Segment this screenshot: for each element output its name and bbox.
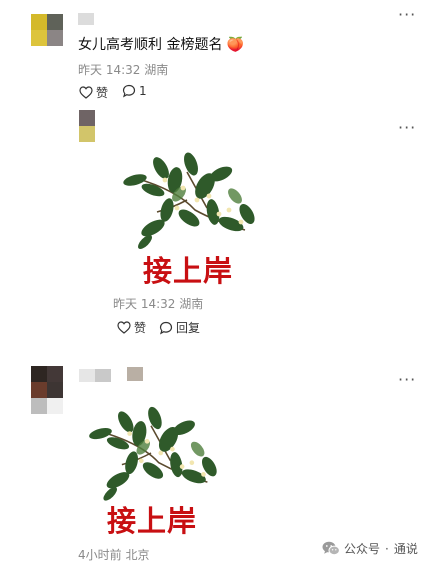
like-label: 赞 [96, 86, 109, 100]
like-label: 赞 [134, 321, 147, 335]
badge-blurred [127, 367, 143, 381]
watermark: 公众号 · 通说 [322, 540, 418, 557]
speech-bubble-icon [122, 84, 136, 98]
username-blurred[interactable] [78, 13, 94, 25]
comment-meta: 昨天 14:32 湖南 [78, 61, 168, 78]
comment-time: 4小时前 [78, 548, 122, 562]
comment-time: 昨天 14:32 [113, 297, 176, 311]
sticker-image[interactable]: 接上岸 [83, 404, 221, 538]
sticker-image[interactable]: 接上岸 [117, 150, 259, 288]
peach-emoji: 🍑 [226, 37, 245, 53]
wechat-icon [322, 541, 340, 556]
avatar[interactable] [79, 110, 95, 142]
osmanthus-branch-graphic [123, 152, 255, 249]
comment-location: 湖南 [144, 63, 169, 77]
comment-meta: 昨天 14:32 湖南 [113, 295, 203, 312]
like-button[interactable]: 赞 [79, 84, 108, 101]
sticker-text: 接上岸 [142, 254, 233, 288]
reply-label: 回复 [176, 321, 201, 335]
reply-count: 1 [139, 84, 147, 98]
more-dots-icon[interactable]: ··· [398, 118, 416, 137]
heart-outline-icon [117, 321, 131, 334]
more-dots-icon[interactable]: ··· [398, 5, 416, 24]
avatar[interactable] [31, 366, 63, 414]
comment-location: 北京 [125, 548, 150, 562]
comment-text: 女儿高考顺利 金榜题名 🍑 [78, 37, 245, 53]
like-button[interactable]: 赞 [117, 319, 146, 336]
comment-time: 昨天 14:32 [78, 63, 141, 77]
osmanthus-branch-graphic [89, 406, 217, 501]
comment-location: 湖南 [179, 297, 204, 311]
username-blurred[interactable] [79, 369, 111, 382]
speech-bubble-icon [159, 321, 173, 335]
more-dots-icon[interactable]: ··· [398, 370, 416, 389]
comment-meta: 4小时前 北京 [78, 546, 149, 563]
reply-button[interactable]: 1 [122, 84, 147, 98]
watermark-name: 公众号 [344, 542, 381, 556]
avatar[interactable] [31, 14, 63, 46]
watermark-dot: · [385, 541, 389, 556]
reply-button[interactable]: 回复 [159, 319, 200, 336]
sticker-text: 接上岸 [106, 504, 197, 538]
watermark-account: 通说 [393, 542, 418, 556]
heart-outline-icon [79, 86, 93, 99]
